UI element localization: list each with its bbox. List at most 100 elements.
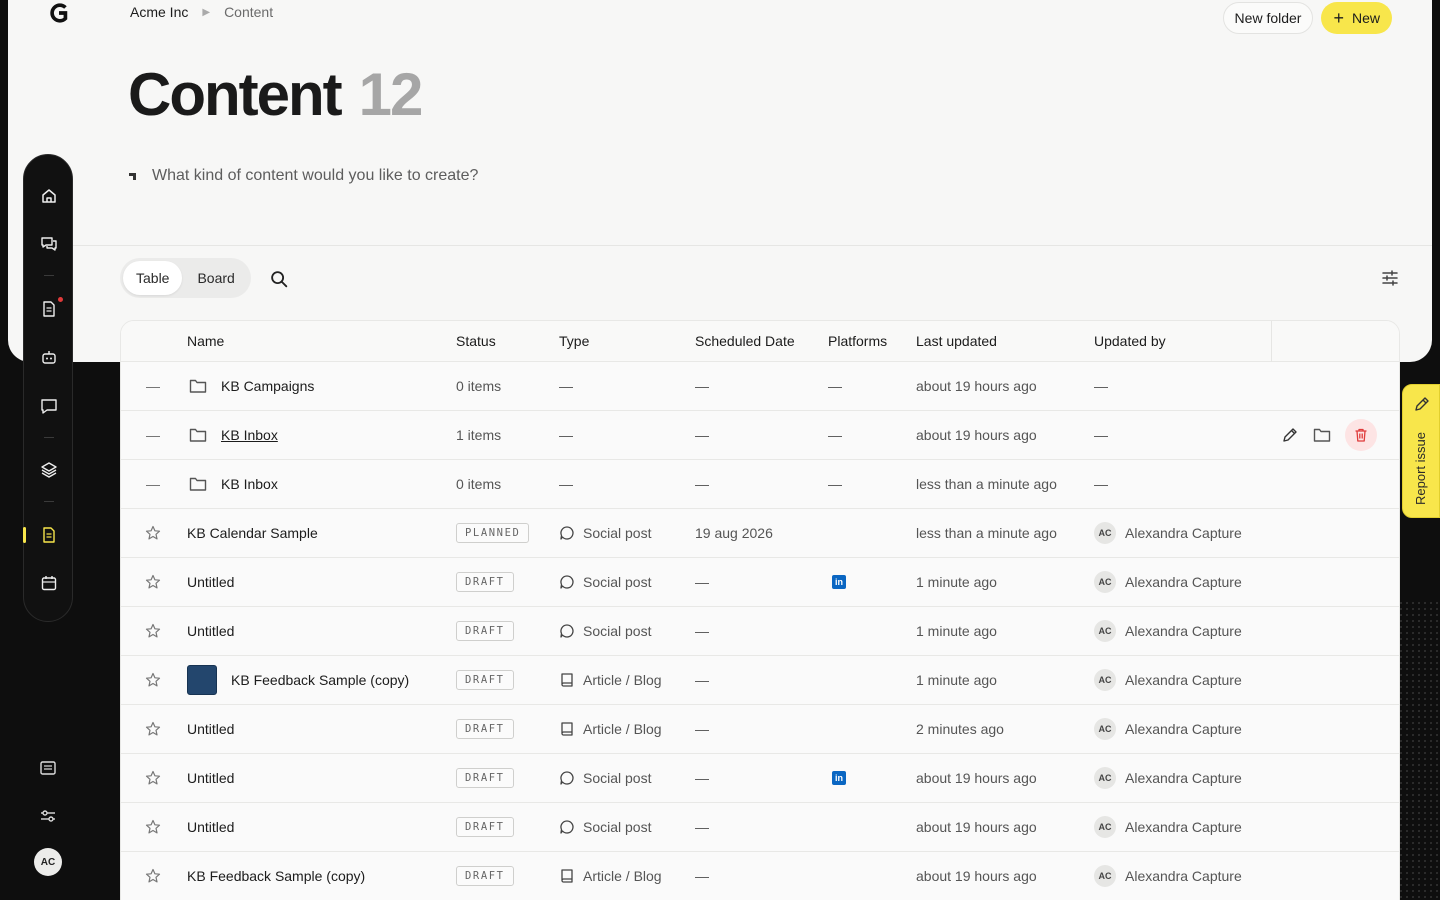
create-prompt[interactable]: What kind of content would you like to c…: [128, 167, 478, 185]
row-name[interactable]: KB Inbox: [189, 460, 278, 508]
column-header-name[interactable]: Name: [187, 333, 224, 349]
favorite-star-icon[interactable]: [139, 705, 167, 753]
row-name-text[interactable]: KB Feedback Sample (copy): [187, 868, 365, 884]
row-name[interactable]: Untitled: [187, 607, 234, 655]
row-name-text[interactable]: Untitled: [187, 574, 234, 590]
table-row[interactable]: Untitled DRAFT Social post — about 19 hours …: [121, 803, 1399, 852]
breadcrumb-workspace[interactable]: Acme Inc: [130, 4, 188, 20]
layers-icon[interactable]: [40, 461, 58, 479]
new-folder-button[interactable]: New folder: [1222, 2, 1314, 34]
row-platforms: —: [828, 378, 842, 394]
newspaper-icon[interactable]: [39, 759, 57, 777]
column-header-type[interactable]: Type: [559, 333, 589, 349]
row-updated-by-name: Alexandra Capture: [1125, 574, 1242, 590]
row-name-text[interactable]: Untitled: [187, 770, 234, 786]
chats-icon[interactable]: [40, 235, 58, 253]
row-collapse-dash[interactable]: —: [139, 362, 167, 410]
content-table: Name Status Type Scheduled Date Platform…: [120, 320, 1400, 900]
favorite-star-icon[interactable]: [139, 754, 167, 802]
row-name[interactable]: Untitled: [187, 705, 234, 753]
row-last-updated: 2 minutes ago: [916, 721, 1004, 737]
message-icon[interactable]: [40, 397, 58, 415]
row-updated-by: AC Alexandra Capture: [1094, 509, 1242, 557]
table-row[interactable]: — KB Inbox 1 items — — — about 19 hours ago —: [121, 411, 1399, 460]
row-name[interactable]: Untitled: [187, 558, 234, 606]
tab-board[interactable]: Board: [184, 261, 247, 295]
row-name-text[interactable]: Untitled: [187, 819, 234, 835]
robot-icon[interactable]: [40, 348, 58, 366]
sidebar-separator: [44, 501, 54, 502]
row-name-text[interactable]: KB Calendar Sample: [187, 525, 318, 541]
delete-button[interactable]: [1345, 419, 1377, 451]
row-item-count: 0 items: [456, 378, 502, 394]
table-row[interactable]: — KB Campaigns 0 items — — — about 19 hours ag…: [121, 362, 1399, 411]
row-last-updated: about 19 hours ago: [916, 819, 1037, 835]
edit-icon[interactable]: [1281, 426, 1299, 444]
table-row[interactable]: Untitled DRAFT Social post — in 1 minute ago A…: [121, 558, 1399, 607]
column-header-scheduled-date[interactable]: Scheduled Date: [695, 333, 795, 349]
row-name[interactable]: KB Campaigns: [189, 362, 314, 410]
row-name-text[interactable]: Untitled: [187, 623, 234, 639]
user-avatar[interactable]: AC: [34, 848, 62, 876]
report-issue-label: Report issue: [1413, 432, 1428, 505]
favorite-star-icon[interactable]: [139, 607, 167, 655]
home-icon[interactable]: [40, 187, 58, 205]
row-name[interactable]: KB Inbox: [189, 411, 278, 459]
row-name-text[interactable]: KB Inbox: [221, 427, 278, 443]
status-badge: DRAFT: [456, 768, 514, 788]
row-collapse-dash[interactable]: —: [139, 411, 167, 459]
filter-settings-icon[interactable]: [1380, 268, 1400, 288]
favorite-star-icon[interactable]: [139, 656, 167, 704]
column-header-platforms[interactable]: Platforms: [828, 333, 887, 349]
status-badge: DRAFT: [456, 817, 514, 837]
favorite-star-icon[interactable]: [139, 558, 167, 606]
app-logo-icon[interactable]: [48, 2, 70, 24]
column-header-last-updated[interactable]: Last updated: [916, 333, 997, 349]
row-name[interactable]: KB Calendar Sample: [187, 509, 318, 557]
row-name[interactable]: Untitled: [187, 803, 234, 851]
content-icon[interactable]: [40, 526, 58, 544]
report-issue-tab[interactable]: Report issue: [1402, 384, 1440, 518]
table-row[interactable]: Untitled DRAFT Social post — in about 19 hour…: [121, 754, 1399, 803]
row-updated-by: AC Alexandra Capture: [1094, 754, 1242, 802]
row-last-updated: about 19 hours ago: [916, 427, 1037, 443]
table-row[interactable]: KB Feedback Sample (copy) DRAFT Article / …: [121, 852, 1399, 900]
row-name-text[interactable]: KB Inbox: [221, 476, 278, 492]
row-type-text: Social post: [583, 623, 652, 639]
table-row[interactable]: Untitled DRAFT Article / Blog — 2 minutes ag…: [121, 705, 1399, 754]
row-item-count: 1 items: [456, 427, 502, 443]
row-last-updated: about 19 hours ago: [916, 378, 1037, 394]
row-name[interactable]: KB Feedback Sample (copy): [187, 852, 365, 900]
page-title: Content 12: [128, 60, 424, 129]
active-indicator: [23, 527, 26, 543]
new-button[interactable]: + New: [1321, 2, 1392, 34]
row-name-text[interactable]: Untitled: [187, 721, 234, 737]
page-title-count: 12: [358, 61, 424, 128]
calendar-icon[interactable]: [40, 574, 58, 592]
folder-icon: [189, 476, 207, 492]
table-row[interactable]: KB Feedback Sample (copy) DRAFT Article / …: [121, 656, 1399, 705]
row-name-text[interactable]: KB Campaigns: [221, 378, 314, 394]
settings-sliders-icon[interactable]: [39, 807, 57, 825]
search-icon[interactable]: [268, 268, 290, 290]
row-type: Social post: [559, 754, 651, 802]
table-row[interactable]: — KB Inbox 0 items — — — less than a minute ag…: [121, 460, 1399, 509]
row-name[interactable]: KB Feedback Sample (copy): [187, 656, 409, 704]
row-name[interactable]: Untitled: [187, 754, 234, 802]
favorite-star-icon[interactable]: [139, 852, 167, 900]
column-header-updated-by[interactable]: Updated by: [1094, 333, 1166, 349]
favorite-star-icon[interactable]: [139, 803, 167, 851]
row-status: DRAFT: [456, 852, 514, 900]
move-folder-icon[interactable]: [1313, 427, 1331, 443]
pencil-ruler-icon: [1415, 397, 1429, 411]
column-header-status[interactable]: Status: [456, 333, 496, 349]
tab-table[interactable]: Table: [123, 261, 183, 295]
sidebar-separator: [44, 275, 54, 276]
row-collapse-dash[interactable]: —: [139, 460, 167, 508]
document-icon[interactable]: [40, 300, 58, 318]
prompt-caret-icon: [129, 173, 136, 180]
table-row[interactable]: Untitled DRAFT Social post —1 minute ago AC A…: [121, 607, 1399, 656]
favorite-star-icon[interactable]: [139, 509, 167, 557]
table-row[interactable]: KB Calendar Sample PLANNED Social post 19 a…: [121, 509, 1399, 558]
row-name-text[interactable]: KB Feedback Sample (copy): [231, 672, 409, 688]
